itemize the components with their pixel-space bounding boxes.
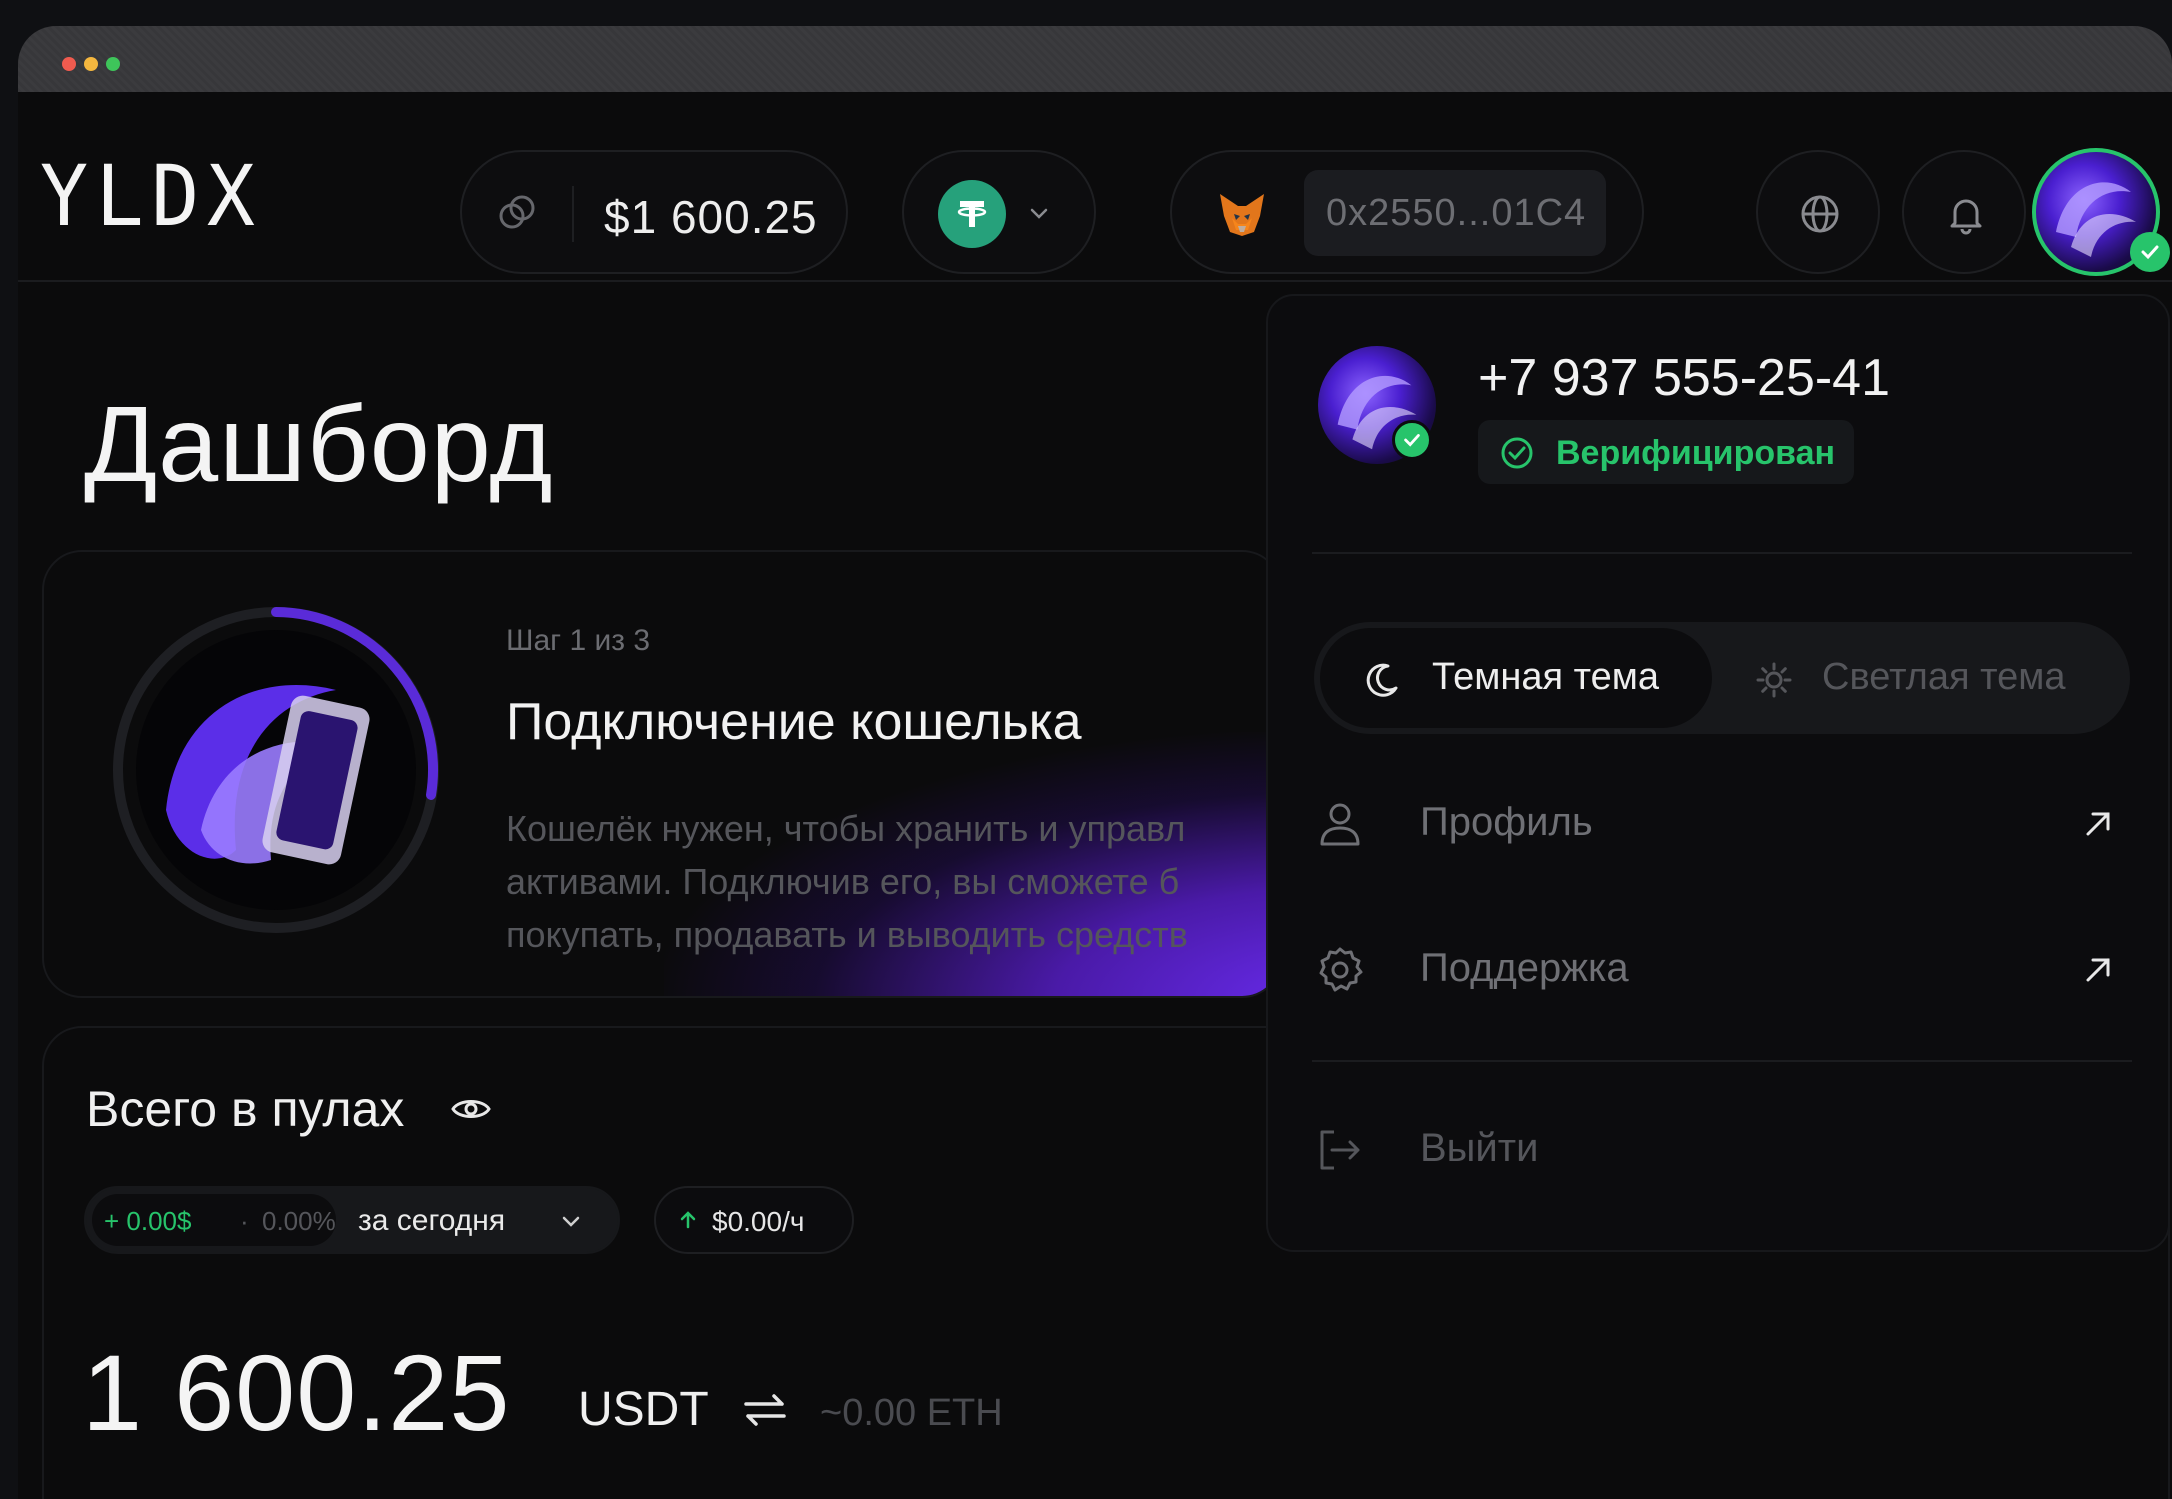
wallet-address: 0x2550...01C4 [1326, 192, 1587, 234]
menu-label-support: Поддержка [1420, 946, 1629, 990]
minimize-window-dot[interactable] [84, 57, 98, 71]
onboarding-description: Кошелёк нужен, чтобы хранить и управл ак… [506, 802, 1188, 961]
menu-item-logout[interactable]: Выйти [1312, 1106, 2132, 1196]
description-line: покупать, продавать и выводить средств [506, 914, 1188, 955]
menu-label-profile: Профиль [1420, 800, 1593, 844]
change-percent: 0.00% [262, 1206, 336, 1236]
profile-dropdown: +7 937 555-25-41 Верифицирован Темная те… [1266, 294, 2170, 1252]
browser-window: YLDX $1 600.25 0x2550...01C4 Дашборд Шаг… [18, 26, 2172, 1499]
avatar-verified-check-icon [2130, 232, 2170, 272]
theme-light-label[interactable]: Светлая тема [1822, 656, 2065, 699]
description-line: Кошелёк нужен, чтобы хранить и управл [506, 808, 1186, 849]
chevron-down-icon [556, 1206, 586, 1236]
notifications-button[interactable] [1902, 150, 2026, 274]
rate-value: $0.00/ч [712, 1206, 805, 1237]
onboarding-title: Подключение кошелька [506, 693, 1082, 751]
eye-icon[interactable] [446, 1084, 496, 1134]
dropdown-divider [1312, 552, 2132, 554]
change-usd: + 0.00$ [104, 1206, 192, 1236]
coins-icon [492, 188, 542, 238]
change-period-pill[interactable]: + 0.00$ · 0.00% за сегодня [84, 1186, 620, 1254]
globe-icon [1795, 189, 1845, 239]
verified-badge: Верифицирован [1478, 420, 1854, 484]
token-selector[interactable] [902, 150, 1096, 274]
app-header: YLDX $1 600.25 0x2550...01C4 [18, 92, 2172, 282]
gear-icon [1312, 942, 1368, 998]
description-line: активами. Подключив его, вы сможете б [506, 861, 1180, 902]
pools-title: Всего в пулах [86, 1081, 405, 1137]
maximize-window-dot[interactable] [106, 57, 120, 71]
menu-label-logout: Выйти [1420, 1126, 1539, 1170]
change-separator: · [240, 1206, 249, 1236]
tether-icon [938, 180, 1006, 248]
chevron-down-icon [1024, 198, 1054, 228]
logout-icon [1312, 1122, 1368, 1178]
dropdown-divider [1312, 1060, 2132, 1062]
arrow-up-icon [674, 1206, 702, 1234]
menu-item-profile[interactable]: Профиль [1312, 780, 2132, 870]
theme-switch: Темная тема Светлая тема [1314, 622, 2130, 734]
check-circle-icon [1498, 434, 1536, 472]
period-label: за сегодня [358, 1204, 506, 1237]
bell-icon [1941, 189, 1991, 239]
rate-pill: $0.00/ч [654, 1186, 854, 1254]
pill-divider [572, 186, 574, 242]
arrow-up-right-icon [2076, 802, 2120, 846]
user-phone: +7 937 555-25-41 [1478, 349, 1891, 407]
close-window-dot[interactable] [62, 57, 76, 71]
total-unit: USDT [578, 1383, 709, 1436]
language-button[interactable] [1756, 150, 1880, 274]
wallet-pill[interactable]: 0x2550...01C4 [1170, 150, 1644, 274]
moon-icon [1360, 658, 1404, 702]
sun-icon[interactable] [1752, 658, 1796, 702]
theme-dark-label: Темная тема [1432, 656, 1659, 698]
total-value: 1 600.25 [82, 1332, 511, 1453]
eth-value: ~0.00 ETH [820, 1392, 1003, 1434]
verified-label: Верифицирован [1556, 434, 1836, 472]
window-titlebar [18, 26, 2172, 92]
onboarding-step: Шаг 1 из 3 [506, 624, 651, 657]
swap-arrows-icon[interactable] [738, 1388, 792, 1432]
verified-check-icon [1392, 420, 1432, 460]
wallet-progress-ring [106, 600, 446, 940]
onboarding-card: Шаг 1 из 3 Подключение кошелька Кошелёк … [42, 550, 1282, 998]
app-logo[interactable]: YLDX [40, 154, 263, 238]
user-icon [1312, 796, 1368, 852]
page-title: Дашборд [84, 383, 554, 504]
balance-value: $1 600.25 [604, 191, 818, 243]
balance-pill[interactable]: $1 600.25 [460, 150, 848, 274]
menu-item-support[interactable]: Поддержка [1312, 926, 2132, 1016]
arrow-up-right-icon [2076, 948, 2120, 992]
metamask-fox-icon [1212, 184, 1272, 244]
